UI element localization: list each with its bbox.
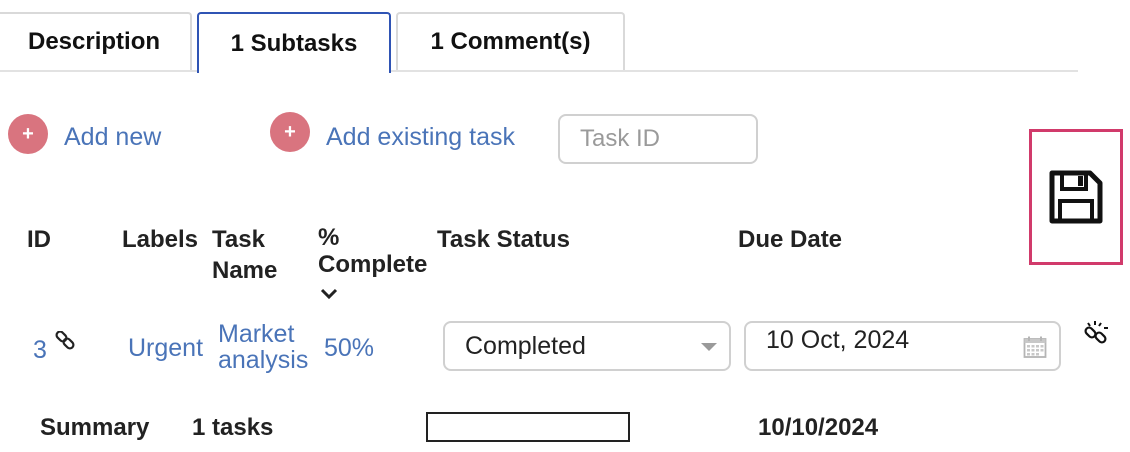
summary-task-count: 1 tasks xyxy=(192,414,274,441)
tab-description[interactable]: Description xyxy=(0,12,192,70)
header-labels: Labels xyxy=(122,226,199,253)
add-new-link[interactable]: Add new xyxy=(64,123,161,152)
add-existing-plus-icon[interactable]: + xyxy=(270,112,310,152)
due-date-value: 10 Oct, 2024 xyxy=(766,326,910,354)
tab-description-label: Description xyxy=(27,28,161,55)
plus-symbol: + xyxy=(22,122,34,145)
row-id-link[interactable]: 3 xyxy=(33,337,47,363)
header-task-status: Task Status xyxy=(437,226,570,253)
header-percent-line2: Complete xyxy=(318,251,428,278)
header-task-name-line2: Name xyxy=(212,257,278,284)
task-status-select[interactable]: Completed xyxy=(443,321,731,371)
add-new-plus-icon[interactable]: + xyxy=(8,114,48,154)
tab-subtasks-label: 1 Subtasks xyxy=(230,29,358,57)
header-id: ID xyxy=(27,226,51,253)
plus-symbol: + xyxy=(284,120,296,143)
header-percent-line1: % xyxy=(318,224,340,251)
dropdown-arrow-icon xyxy=(701,343,717,351)
tab-subtasks[interactable]: 1 Subtasks xyxy=(197,12,391,73)
task-id-input[interactable] xyxy=(558,114,758,164)
header-due-date: Due Date xyxy=(738,226,843,253)
header-task-name: Task Name xyxy=(212,224,277,286)
tab-comments[interactable]: 1 Comment(s) xyxy=(396,12,625,70)
summary-progress-bar xyxy=(426,412,630,442)
floppy-disk-icon xyxy=(1049,170,1103,224)
task-status-value: Completed xyxy=(465,331,586,360)
row-task-name-line1: Market xyxy=(218,320,295,348)
chevron-down-icon[interactable] xyxy=(320,287,338,301)
summary-label: Summary xyxy=(40,414,150,441)
save-button[interactable] xyxy=(1029,129,1123,265)
unlink-icon[interactable] xyxy=(1082,320,1110,348)
row-task-name-link[interactable]: Market analysis xyxy=(218,321,308,373)
due-date-input[interactable]: 10 Oct, 2024 xyxy=(744,321,1061,371)
row-percent-link[interactable]: 50% xyxy=(324,335,374,361)
link-icon[interactable] xyxy=(54,331,76,353)
tab-comments-label: 1 Comment(s) xyxy=(430,28,591,55)
row-task-name-line2: analysis xyxy=(218,346,309,374)
add-existing-task-link[interactable]: Add existing task xyxy=(326,123,515,152)
tab-strip-divider xyxy=(0,70,1078,72)
row-label-link[interactable]: Urgent xyxy=(128,335,203,361)
header-percent-complete[interactable]: % Complete xyxy=(318,224,427,309)
header-task-name-line1: Task xyxy=(212,226,265,253)
calendar-icon[interactable] xyxy=(1023,335,1047,359)
summary-due-date: 10/10/2024 xyxy=(758,414,879,441)
